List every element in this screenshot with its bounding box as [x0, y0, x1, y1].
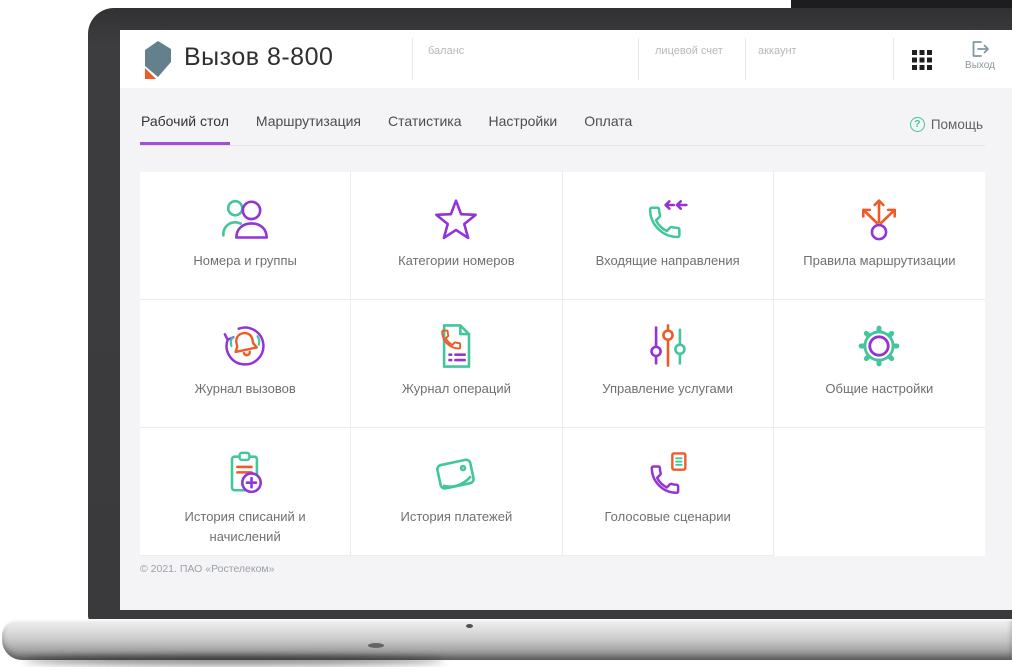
tile-label: История платежей — [400, 509, 513, 524]
route-branch-icon — [853, 192, 905, 244]
tile-label: Общие настройки — [825, 381, 934, 396]
tile-label: Голосовые сценарии — [604, 509, 731, 524]
page-content: Рабочий стол Маршрутизация Статистика На… — [140, 88, 985, 575]
divider — [893, 38, 894, 80]
apps-grid-icon[interactable] — [909, 47, 935, 73]
tile-label: Правила маршрутизации — [803, 253, 956, 268]
laptop-foot — [466, 624, 473, 628]
help-link[interactable]: ? Помощь — [909, 117, 983, 145]
empty-grid-cell — [773, 428, 985, 556]
balance-label: баланс — [428, 45, 465, 57]
gear-icon — [853, 320, 905, 372]
tile-payments-history[interactable]: История платежей — [351, 428, 563, 556]
logout-label: Выход — [965, 60, 995, 71]
tile-numbers-groups[interactable]: Номера и группы — [140, 172, 352, 300]
personal-account-label: лицевой счет — [655, 45, 723, 57]
account-label: аккаунт — [758, 45, 797, 57]
tile-label: Номера и группы — [193, 253, 297, 268]
users-icon — [219, 192, 271, 244]
divider — [638, 38, 639, 80]
clipboard-plus-icon — [219, 448, 271, 500]
tile-label: Управление услугами — [602, 381, 733, 396]
tile-operations-log[interactable]: Журнал операций — [351, 300, 563, 428]
tile-routing-rules[interactable]: Правила маршрутизации — [773, 172, 985, 300]
dashboard-grid: Номера и группы Категории номеров Входящ… — [140, 172, 985, 556]
question-circle-icon: ? — [909, 117, 925, 132]
tile-voice-scenarios[interactable]: Голосовые сценарии — [562, 428, 774, 556]
tile-incoming-directions[interactable]: Входящие направления — [562, 172, 774, 300]
main-nav: Рабочий стол Маршрутизация Статистика На… — [140, 88, 985, 146]
divider — [412, 38, 413, 80]
tile-call-log[interactable]: Журнал вызовов — [140, 300, 352, 428]
tile-charges-history[interactable]: История списаний и начислений — [140, 428, 352, 556]
logout-button[interactable]: Выход — [954, 40, 1006, 71]
star-icon — [430, 192, 482, 244]
help-label: Помощь — [930, 117, 983, 132]
tile-label: Журнал операций — [401, 381, 511, 396]
tile-label: Входящие направления — [595, 253, 740, 268]
phone-incoming-icon — [642, 192, 694, 244]
wallet-icon — [430, 448, 482, 500]
phone-script-icon — [642, 448, 694, 500]
tab-routing[interactable]: Маршрутизация — [255, 105, 362, 145]
tile-label: Журнал вызовов — [194, 381, 296, 396]
tile-number-categories[interactable]: Категории номеров — [351, 172, 563, 300]
tile-service-management[interactable]: Управление услугами — [562, 300, 774, 428]
tab-payment[interactable]: Оплата — [583, 105, 633, 145]
logout-icon — [972, 41, 989, 57]
app-header: Вызов 8-800 баланс лицевой счет аккаунт — [120, 30, 1012, 88]
app-title: Вызов 8-800 — [184, 43, 334, 71]
tab-settings[interactable]: Настройки — [488, 105, 559, 145]
laptop-foot — [368, 643, 384, 648]
sliders-icon — [642, 320, 694, 372]
copyright-text: © 2021. ПАО «Ростелеком» — [140, 563, 275, 575]
rostelecom-logo[interactable] — [140, 38, 176, 80]
tab-statistics[interactable]: Статистика — [387, 105, 463, 145]
app-screen: Вызов 8-800 баланс лицевой счет аккаунт — [120, 30, 1012, 610]
laptop-mockup: Вызов 8-800 баланс лицевой счет аккаунт — [0, 0, 1012, 667]
tile-label: История списаний и начислений — [184, 509, 306, 544]
tab-dashboard[interactable]: Рабочий стол — [140, 105, 230, 145]
divider — [745, 38, 746, 80]
laptop-base — [2, 619, 1012, 660]
bell-refresh-icon — [219, 320, 271, 372]
tile-general-settings[interactable]: Общие настройки — [773, 300, 985, 428]
tile-label: Категории номеров — [398, 253, 515, 268]
phone-document-icon — [430, 320, 482, 372]
